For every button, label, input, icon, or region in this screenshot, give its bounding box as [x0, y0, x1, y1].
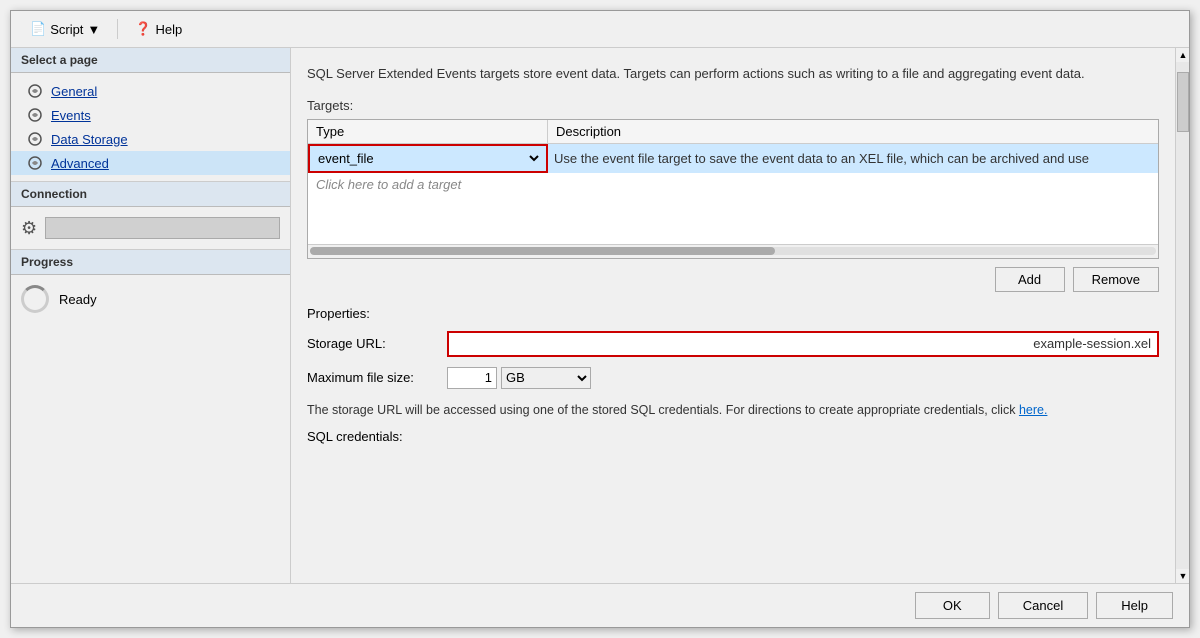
scroll-thumb-vertical	[1177, 72, 1189, 132]
connection-content: ⚙	[11, 207, 290, 249]
filesize-unit-select[interactable]: KB MB GB TB	[501, 367, 591, 389]
scrollbar-track	[310, 247, 1156, 255]
progress-header: Progress	[11, 250, 290, 275]
targets-label: Targets:	[307, 98, 1159, 113]
filesize-input[interactable]	[447, 367, 497, 389]
nav-item-advanced[interactable]: Advanced	[11, 151, 290, 175]
targets-table-body: event_file Use the event file target to …	[308, 144, 1158, 244]
wrench-icon-data-storage	[27, 131, 43, 147]
wrench-icon-events	[27, 107, 43, 123]
sql-credentials-label: SQL credentials:	[307, 429, 1159, 444]
nav-item-events[interactable]: Events	[11, 103, 290, 127]
storage-note-text: The storage URL will be accessed using o…	[307, 403, 1019, 417]
targets-scrollbar	[308, 244, 1158, 258]
storage-url-label: Storage URL:	[307, 336, 447, 351]
scroll-track	[1176, 62, 1189, 569]
buttons-row: Add Remove	[307, 267, 1159, 292]
connection-section: Connection ⚙	[11, 181, 290, 249]
right-panel: SQL Server Extended Events targets store…	[291, 48, 1175, 583]
nav-label-data-storage: Data Storage	[51, 132, 128, 147]
nav-items: General Events Data Storage Advanced	[11, 73, 290, 181]
script-label: Script	[50, 22, 83, 37]
script-dropdown-icon: ▼	[87, 22, 100, 37]
nav-item-general[interactable]: General	[11, 79, 290, 103]
help-label: Help	[155, 22, 182, 37]
select-page-header: Select a page	[11, 48, 290, 73]
toolbar: 📄 Script ▼ ❓ Help	[11, 11, 1189, 48]
help-button[interactable]: ❓ Help	[126, 17, 191, 41]
script-icon: 📄	[30, 21, 46, 37]
target-desc-cell: Use the event file target to save the ev…	[548, 147, 1158, 170]
target-type-select[interactable]: event_file	[314, 150, 542, 167]
main-area: Select a page General Events Data Storag…	[11, 48, 1189, 583]
bottom-bar: OK Cancel Help	[11, 583, 1189, 627]
help-icon: ❓	[135, 21, 151, 37]
connection-row: ⚙	[21, 217, 280, 239]
connection-value-box	[45, 217, 280, 239]
storage-url-row: Storage URL:	[307, 331, 1159, 357]
add-button[interactable]: Add	[995, 267, 1065, 292]
help-button-bottom[interactable]: Help	[1096, 592, 1173, 619]
wrench-icon-general	[27, 83, 43, 99]
target-type-cell: event_file	[308, 144, 548, 173]
nav-label-general: General	[51, 84, 97, 99]
scroll-down-arrow[interactable]: ▼	[1176, 569, 1189, 583]
storage-note-link[interactable]: here.	[1019, 403, 1048, 417]
filesize-row: Maximum file size: KB MB GB TB	[307, 367, 1159, 389]
plug-icon: ⚙	[21, 218, 37, 239]
progress-content: Ready	[11, 275, 290, 323]
progress-section: Progress Ready	[11, 249, 290, 323]
storage-url-input[interactable]	[447, 331, 1159, 357]
table-row: event_file Use the event file target to …	[308, 144, 1158, 173]
ok-button[interactable]: OK	[915, 592, 990, 619]
wrench-icon-advanced	[27, 155, 43, 171]
scroll-up-arrow[interactable]: ▲	[1176, 48, 1189, 62]
col-header-type: Type	[308, 120, 548, 143]
dialog: 📄 Script ▼ ❓ Help Select a page General …	[10, 10, 1190, 628]
nav-label-advanced: Advanced	[51, 156, 109, 171]
col-header-description: Description	[548, 120, 1158, 143]
left-panel: Select a page General Events Data Storag…	[11, 48, 291, 583]
add-target-row[interactable]: Click here to add a target	[308, 173, 1158, 196]
toolbar-separator	[117, 19, 118, 39]
targets-table-container: Type Description event_file Use the even…	[307, 119, 1159, 259]
right-scrollbar: ▲ ▼	[1175, 48, 1189, 583]
nav-label-events: Events	[51, 108, 91, 123]
progress-spinner	[21, 285, 49, 313]
connection-header: Connection	[11, 182, 290, 207]
targets-table-header: Type Description	[308, 120, 1158, 144]
nav-item-data-storage[interactable]: Data Storage	[11, 127, 290, 151]
filesize-label: Maximum file size:	[307, 370, 447, 385]
storage-note: The storage URL will be accessed using o…	[307, 401, 1159, 420]
remove-button[interactable]: Remove	[1073, 267, 1159, 292]
description-text: SQL Server Extended Events targets store…	[307, 64, 1159, 84]
properties-label: Properties:	[307, 306, 1159, 321]
scrollbar-thumb	[310, 247, 775, 255]
script-button[interactable]: 📄 Script ▼	[21, 17, 109, 41]
cancel-button[interactable]: Cancel	[998, 592, 1088, 619]
progress-status: Ready	[59, 292, 97, 307]
